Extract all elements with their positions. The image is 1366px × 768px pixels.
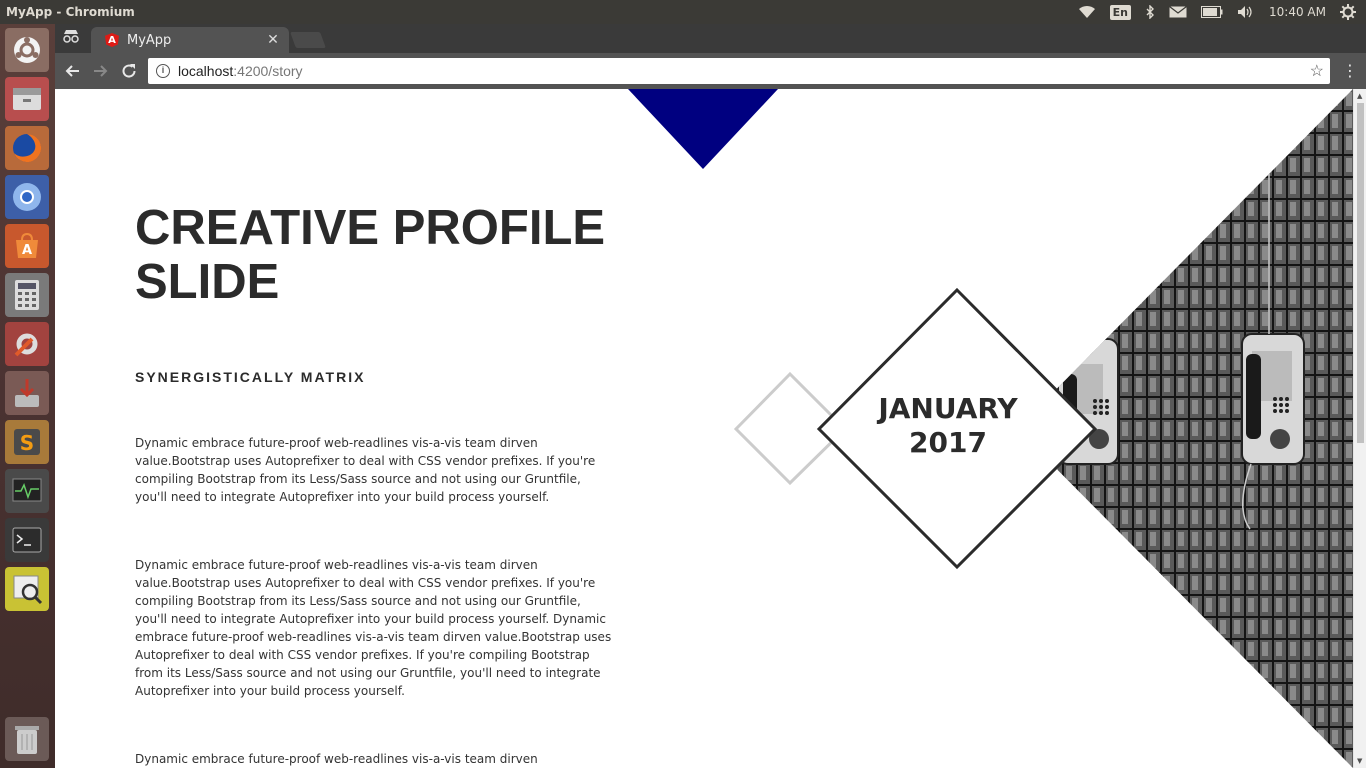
angular-favicon-icon: A (105, 33, 119, 47)
body-paragraph: Dynamic embrace future-proof web-readlin… (135, 558, 612, 698)
web-page: CREATIVE PROFILE SLIDE SYNERGISTICALLY M… (55, 89, 1353, 768)
system-monitor-icon[interactable] (5, 469, 49, 513)
new-tab-button[interactable] (290, 32, 326, 48)
body-paragraph: Dynamic embrace future-proof web-readlin… (135, 436, 596, 504)
forward-arrow-icon[interactable] (90, 60, 112, 82)
wifi-icon[interactable] (1078, 5, 1096, 19)
calculator-icon[interactable] (5, 273, 49, 317)
browser-toolbar: i localhost:4200/story ☆ ⋮ (55, 53, 1366, 89)
software-center-icon[interactable]: A (5, 224, 49, 268)
svg-text:S: S (20, 431, 34, 455)
browser-tab-bar: A MyApp ✕ (55, 24, 1366, 53)
date-year: 2017 (909, 426, 987, 459)
files-icon[interactable] (5, 77, 49, 121)
battery-icon[interactable] (1201, 6, 1223, 18)
page-subtitle: SYNERGISTICALLY MATRIX (135, 369, 366, 385)
back-arrow-icon[interactable] (61, 60, 83, 82)
volume-icon[interactable] (1237, 5, 1255, 19)
page-title: CREATIVE PROFILE SLIDE (135, 201, 606, 309)
trash-icon[interactable] (5, 717, 49, 761)
bookmark-star-icon[interactable]: ☆ (1310, 61, 1324, 81)
unity-launcher: A S (0, 24, 55, 768)
image-viewer-icon[interactable] (5, 567, 49, 611)
address-bar[interactable]: i localhost:4200/story ☆ (148, 58, 1330, 84)
site-info-icon[interactable]: i (156, 64, 170, 78)
tab-myapp[interactable]: A MyApp ✕ (91, 27, 289, 53)
svg-text:A: A (22, 243, 32, 258)
url-host: localhost (178, 63, 234, 79)
terminal-icon[interactable] (5, 518, 49, 562)
date-month: JANUARY (878, 392, 1018, 425)
body-paragraph: Dynamic embrace future-proof web-readlin… (135, 752, 538, 766)
incognito-icon (61, 29, 81, 49)
scrollbar-thumb[interactable] (1357, 103, 1364, 443)
scroll-up-arrow-icon[interactable]: ▲ (1357, 92, 1362, 100)
ubuntu-dash-icon[interactable] (5, 28, 49, 72)
accent-triangle (628, 89, 778, 169)
system-gear-icon[interactable] (1340, 4, 1356, 20)
tab-close-icon[interactable]: ✕ (263, 32, 283, 48)
firefox-icon[interactable] (5, 126, 49, 170)
scroll-down-arrow-icon[interactable]: ▼ (1357, 757, 1362, 765)
url-path: :4200/story (233, 63, 303, 79)
installer-icon[interactable] (5, 371, 49, 415)
date-label: JANUARY 2017 (848, 392, 1048, 460)
sublime-text-icon[interactable]: S (5, 420, 49, 464)
window-title: MyApp - Chromium (6, 5, 135, 19)
clock[interactable]: 10:40 AM (1269, 5, 1326, 19)
tab-title: MyApp (127, 32, 172, 48)
mail-icon[interactable] (1169, 6, 1187, 18)
bluetooth-icon[interactable] (1145, 5, 1155, 19)
page-scrollbar[interactable]: ▲ ▼ (1353, 89, 1366, 768)
chromium-icon[interactable] (5, 175, 49, 219)
system-top-bar: MyApp - Chromium En 10:40 AM (0, 0, 1366, 24)
system-settings-icon[interactable] (5, 322, 49, 366)
browser-menu-icon[interactable]: ⋮ (1342, 61, 1358, 80)
reload-icon[interactable] (118, 60, 140, 82)
keyboard-language-indicator[interactable]: En (1109, 4, 1132, 20)
